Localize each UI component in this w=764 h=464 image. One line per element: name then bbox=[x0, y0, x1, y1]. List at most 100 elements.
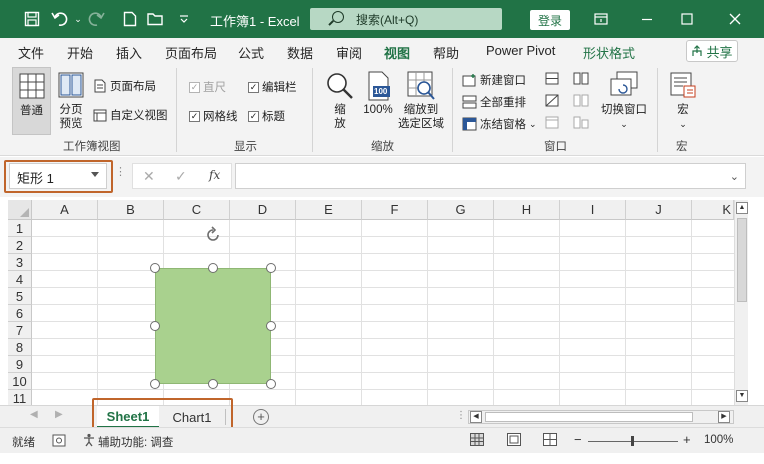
column-header-d[interactable]: D bbox=[230, 200, 296, 220]
tab-view[interactable]: 视图 bbox=[384, 43, 411, 67]
row-header-8[interactable]: 8 bbox=[8, 339, 32, 356]
resize-handle-bottom-left[interactable] bbox=[150, 379, 160, 389]
tab-page-layout[interactable]: 页面布局 bbox=[165, 43, 217, 62]
switch-windows-button[interactable]: 切换窗口 ⌄ bbox=[597, 67, 651, 135]
insert-function-icon[interactable]: fx bbox=[209, 168, 220, 182]
column-header-e[interactable]: E bbox=[296, 200, 362, 220]
resize-handle-bottom[interactable] bbox=[208, 379, 218, 389]
tab-help[interactable]: 帮助 bbox=[433, 43, 459, 62]
vertical-scrollbar[interactable]: ▲ ▼ bbox=[734, 200, 748, 405]
customize-quick-access-icon[interactable] bbox=[174, 9, 194, 29]
zoom-in-button[interactable]: + bbox=[683, 432, 691, 447]
tab-data[interactable]: 数据 bbox=[287, 43, 313, 62]
formula-bar-splitter-icon[interactable]: ⋮ bbox=[115, 167, 126, 178]
worksheet-grid[interactable]: A B C D E F G H I J K 1 2 3 4 5 6 7 8 9 … bbox=[0, 197, 764, 405]
zoom-100-button[interactable]: 100 100% bbox=[361, 67, 395, 135]
accessibility-status[interactable]: 辅助功能: 调查 bbox=[98, 434, 173, 450]
rotate-handle-icon[interactable] bbox=[204, 226, 222, 244]
open-folder-icon[interactable] bbox=[146, 9, 166, 29]
row-header-3[interactable]: 3 bbox=[8, 254, 32, 271]
resize-handle-left[interactable] bbox=[150, 321, 160, 331]
column-header-c[interactable]: C bbox=[164, 200, 230, 220]
zoom-to-selection-button[interactable]: 缩放到 选定区域 bbox=[397, 67, 445, 135]
arrange-all-button[interactable]: 全部重排 bbox=[462, 94, 526, 110]
hide-window-icon[interactable] bbox=[545, 94, 559, 110]
next-sheet-icon[interactable]: ▶ bbox=[55, 409, 63, 420]
formula-bar-checkbox[interactable]: ✓ 编辑栏 bbox=[248, 79, 297, 95]
scroll-left-icon[interactable]: ◀ bbox=[470, 411, 482, 423]
custom-views-button[interactable]: 自定义视图 bbox=[93, 107, 168, 123]
column-header-g[interactable]: G bbox=[428, 200, 494, 220]
row-header-10[interactable]: 10 bbox=[8, 373, 32, 390]
row-header-1[interactable]: 1 bbox=[8, 220, 32, 237]
resize-handle-right[interactable] bbox=[266, 321, 276, 331]
search-box[interactable]: 搜索(Alt+Q) bbox=[310, 8, 502, 30]
tab-file[interactable]: 文件 bbox=[18, 43, 44, 62]
login-button[interactable]: 登录 bbox=[530, 10, 570, 30]
tab-shape-format[interactable]: 形状格式 bbox=[583, 43, 635, 62]
zoom-slider-thumb[interactable] bbox=[631, 436, 634, 446]
resize-handle-top-right[interactable] bbox=[266, 263, 276, 273]
page-break-preview-button[interactable]: 分页 预览 bbox=[53, 67, 89, 135]
redo-icon[interactable] bbox=[86, 9, 106, 29]
column-header-k[interactable]: K bbox=[692, 200, 734, 220]
zoom-level[interactable]: 100% bbox=[704, 434, 733, 446]
expand-formula-bar-icon[interactable]: ⌄ bbox=[730, 170, 739, 183]
tab-home[interactable]: 开始 bbox=[67, 43, 93, 62]
unhide-window-icon[interactable] bbox=[545, 116, 559, 132]
tab-formulas[interactable]: 公式 bbox=[238, 43, 264, 62]
row-header-5[interactable]: 5 bbox=[8, 288, 32, 305]
name-box[interactable]: 矩形 1 bbox=[9, 163, 107, 189]
normal-view-button[interactable]: 普通 bbox=[12, 67, 51, 135]
sheet-tab-sheet1[interactable]: Sheet1 bbox=[97, 406, 159, 428]
column-header-a[interactable]: A bbox=[32, 200, 98, 220]
headings-checkbox[interactable]: ✓ 标题 bbox=[248, 108, 285, 124]
ruler-checkbox[interactable]: ✓ 直尺 bbox=[189, 79, 226, 95]
enter-icon[interactable]: ✓ bbox=[175, 168, 187, 185]
macro-recording-icon[interactable] bbox=[52, 434, 66, 447]
vertical-scroll-thumb[interactable] bbox=[737, 218, 747, 302]
maximize-icon[interactable] bbox=[664, 0, 710, 38]
freeze-panes-button[interactable]: 冻结窗格 ⌄ bbox=[462, 116, 537, 132]
column-header-b[interactable]: B bbox=[98, 200, 164, 220]
cancel-icon[interactable]: ✕ bbox=[143, 168, 155, 185]
scroll-up-icon[interactable]: ▲ bbox=[736, 202, 748, 214]
row-header-2[interactable]: 2 bbox=[8, 237, 32, 254]
column-header-i[interactable]: I bbox=[560, 200, 626, 220]
row-header-7[interactable]: 7 bbox=[8, 322, 32, 339]
row-header-9[interactable]: 9 bbox=[8, 356, 32, 373]
zoom-button[interactable]: 缩 放 bbox=[322, 67, 358, 135]
add-sheet-button[interactable]: + bbox=[253, 409, 269, 425]
column-header-f[interactable]: F bbox=[362, 200, 428, 220]
row-header-4[interactable]: 4 bbox=[8, 271, 32, 288]
synchronous-scrolling-icon[interactable] bbox=[573, 94, 589, 110]
tab-review[interactable]: 审阅 bbox=[336, 43, 362, 62]
column-header-h[interactable]: H bbox=[494, 200, 560, 220]
split-icon[interactable] bbox=[545, 72, 559, 88]
accessibility-icon[interactable] bbox=[82, 433, 96, 447]
page-layout-status-icon[interactable] bbox=[507, 433, 521, 446]
tab-splitter-icon[interactable]: ⋮ bbox=[456, 410, 466, 421]
resize-handle-top[interactable] bbox=[208, 263, 218, 273]
resize-handle-top-left[interactable] bbox=[150, 263, 160, 273]
horizontal-scrollbar[interactable]: ◀ ▶ bbox=[468, 410, 734, 424]
row-header-6[interactable]: 6 bbox=[8, 305, 32, 322]
rectangle-shape[interactable] bbox=[155, 268, 271, 384]
scroll-right-icon[interactable]: ▶ bbox=[718, 411, 730, 423]
horizontal-scroll-thumb[interactable] bbox=[485, 412, 693, 422]
page-break-status-icon[interactable] bbox=[543, 433, 557, 446]
row-header-11[interactable]: 11 bbox=[8, 390, 32, 405]
undo-dropdown-icon[interactable]: ⌄ bbox=[68, 9, 88, 29]
zoom-out-button[interactable]: − bbox=[574, 432, 582, 447]
share-button[interactable]: 共享 bbox=[686, 40, 738, 62]
previous-sheet-icon[interactable]: ◀ bbox=[30, 409, 38, 420]
undo-icon[interactable] bbox=[50, 9, 70, 29]
select-all-button[interactable] bbox=[8, 200, 32, 220]
page-layout-view-button[interactable]: 页面布局 bbox=[93, 78, 156, 94]
tab-power-pivot[interactable]: Power Pivot bbox=[486, 43, 555, 58]
reset-window-position-icon[interactable] bbox=[573, 116, 589, 132]
new-window-button[interactable]: 新建窗口 bbox=[462, 72, 526, 88]
resize-handle-bottom-right[interactable] bbox=[266, 379, 276, 389]
formula-input[interactable]: ⌄ bbox=[235, 163, 746, 189]
sheet-tab-chart1[interactable]: Chart1 bbox=[161, 406, 223, 428]
